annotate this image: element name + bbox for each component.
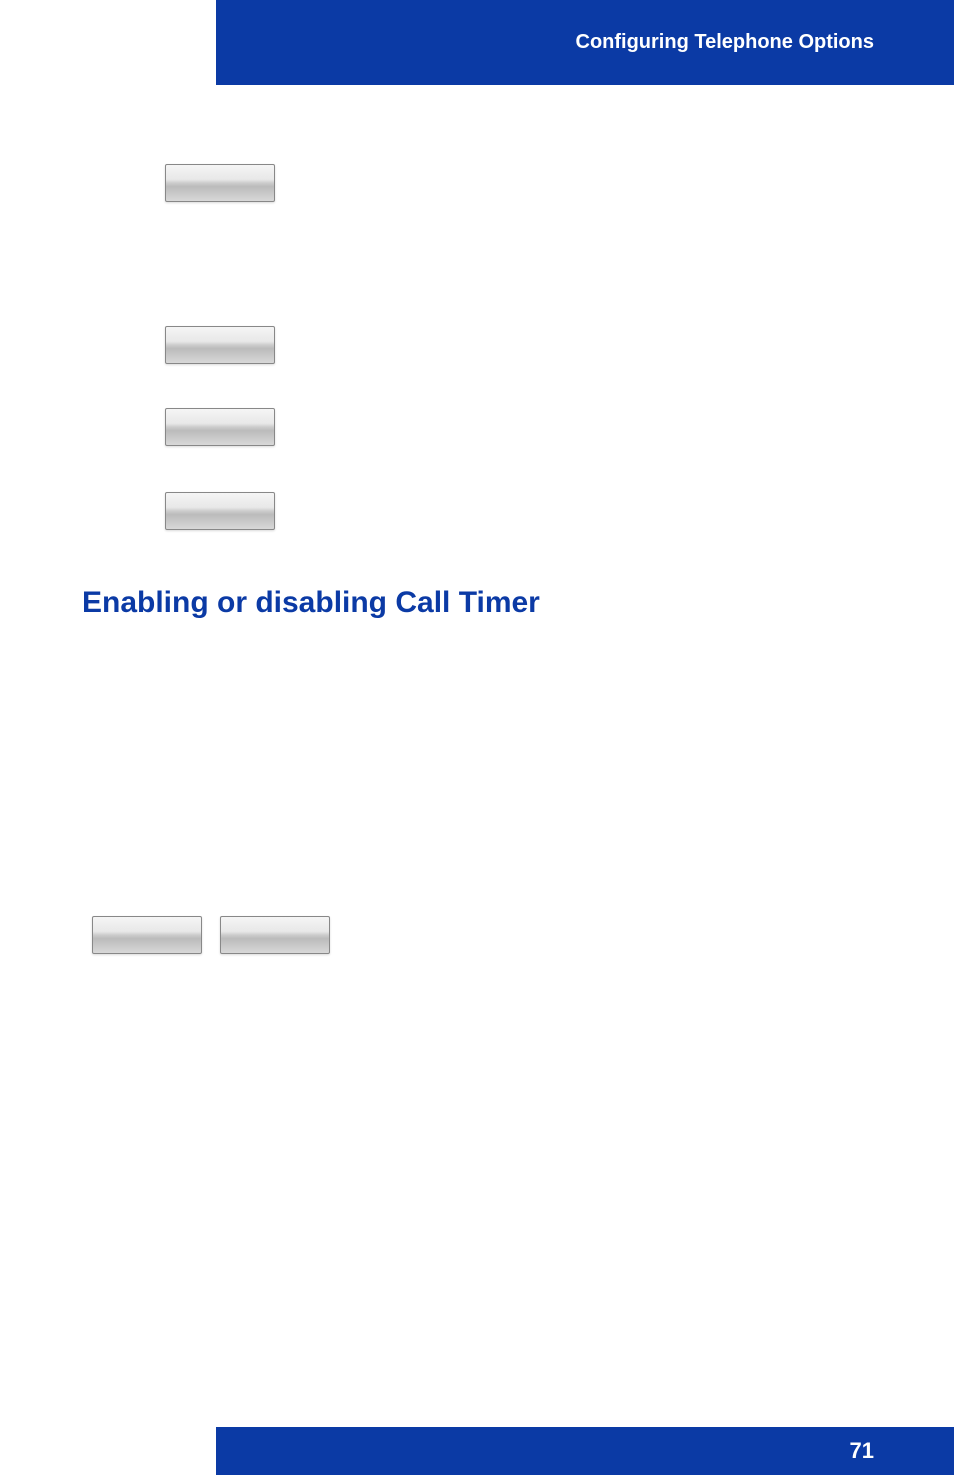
soft-key-button[interactable] — [220, 916, 330, 954]
section-heading-call-timer: Enabling or disabling Call Timer — [82, 586, 540, 620]
soft-key-button[interactable] — [165, 164, 275, 202]
page-header: Configuring Telephone Options — [216, 0, 954, 85]
header-title: Configuring Telephone Options — [576, 31, 875, 54]
soft-key-button[interactable] — [165, 326, 275, 364]
page-number: 71 — [850, 1438, 874, 1464]
soft-key-button[interactable] — [92, 916, 202, 954]
soft-key-button[interactable] — [165, 492, 275, 530]
soft-key-button[interactable] — [165, 408, 275, 446]
page-footer: 71 — [216, 1427, 954, 1475]
